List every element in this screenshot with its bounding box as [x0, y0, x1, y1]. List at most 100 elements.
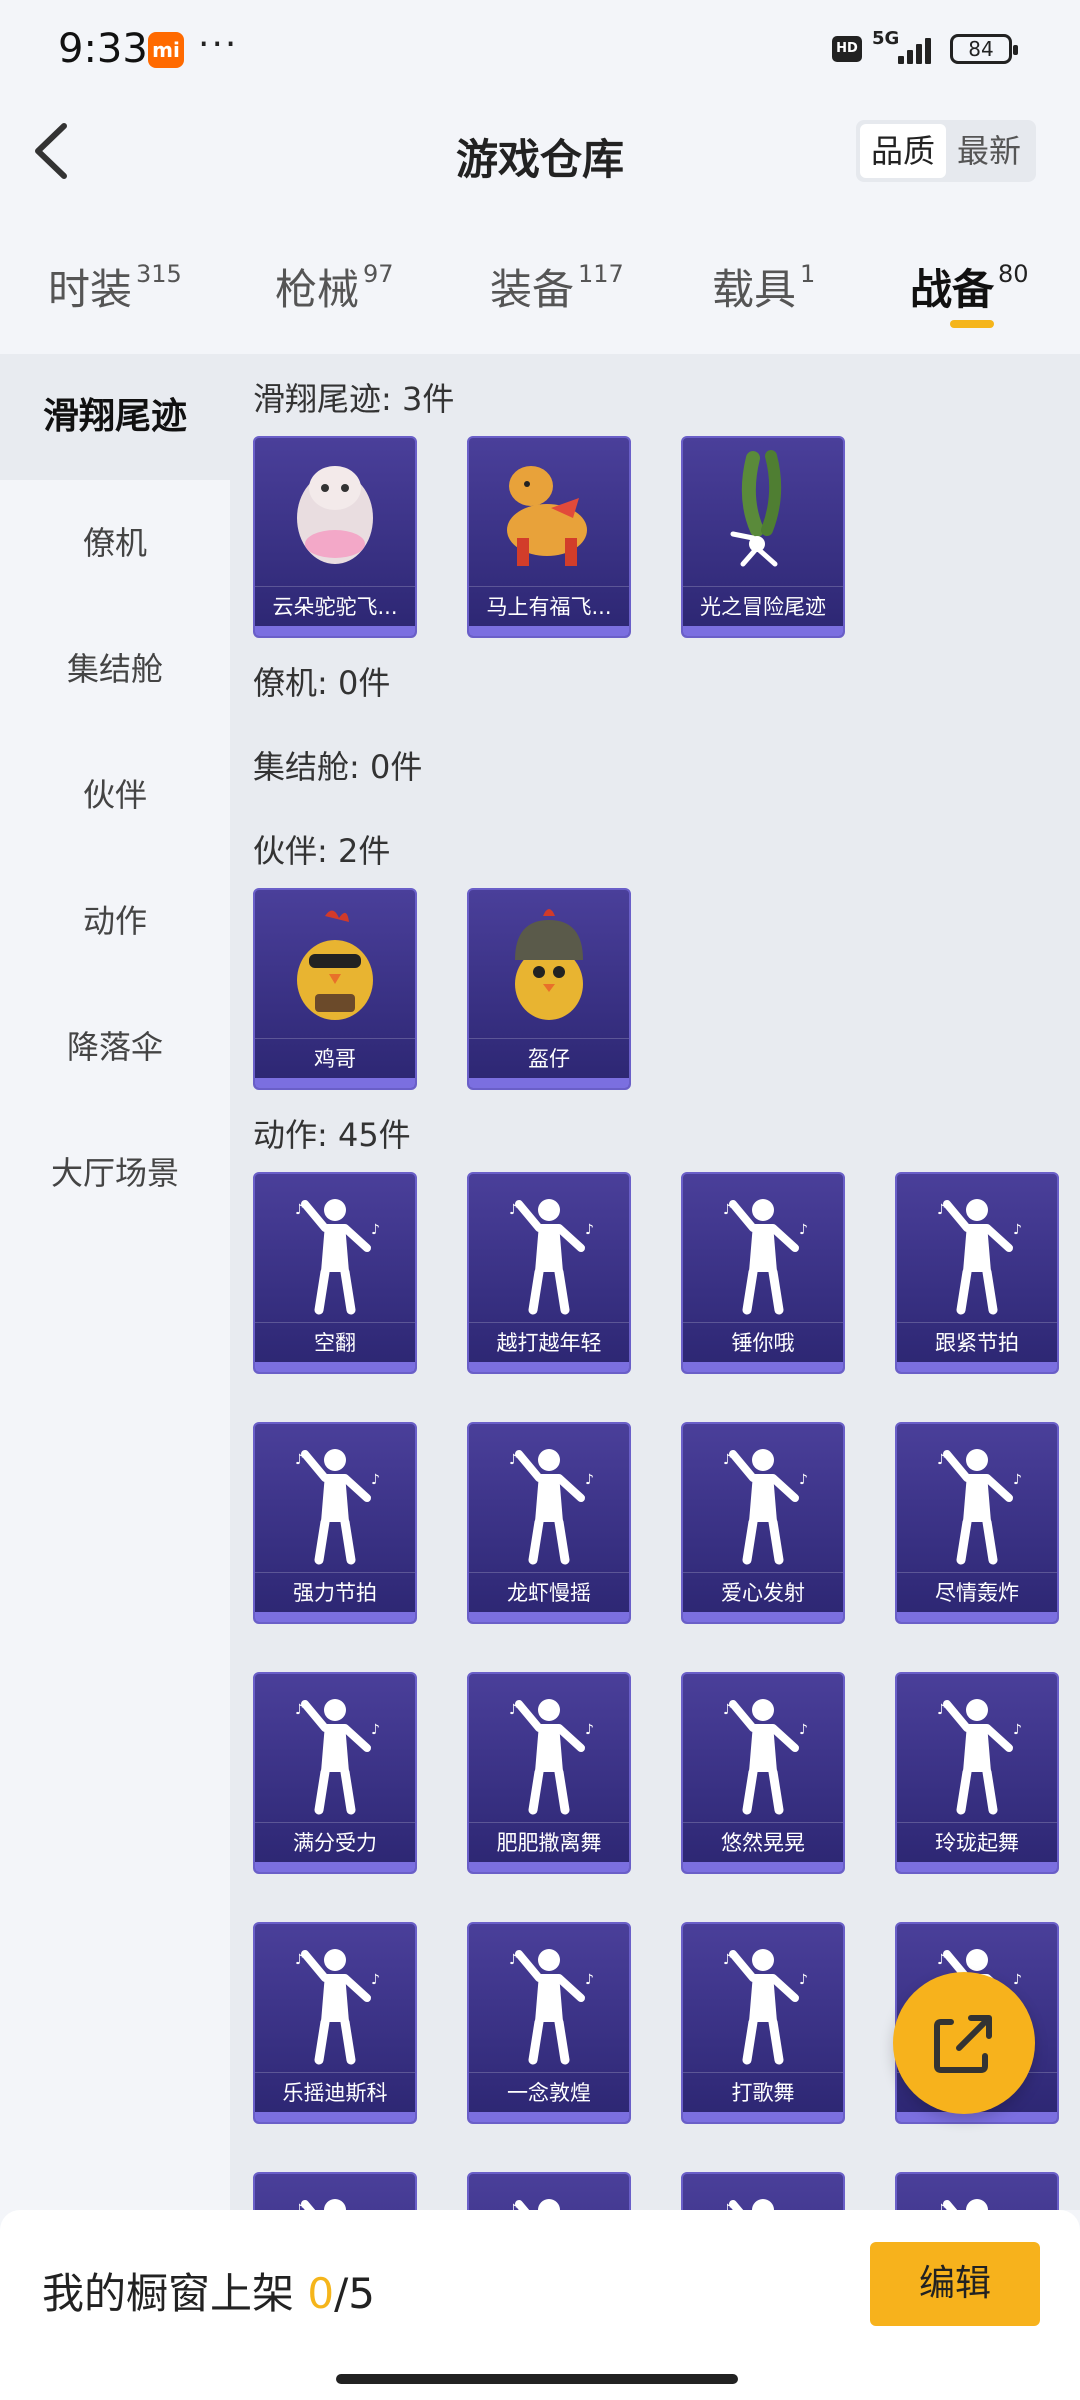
item-card[interactable]: 云朵驼驼飞... — [253, 436, 417, 638]
item-image — [255, 438, 415, 586]
svg-text:♪: ♪ — [371, 1222, 380, 1238]
svg-text:♪: ♪ — [295, 1452, 304, 1468]
shelf-total: /5 — [334, 2269, 375, 2318]
item-card[interactable]: ♪ ♪ 空翻 — [253, 1172, 417, 1374]
item-image: ♪♪ — [469, 1924, 629, 2072]
share-button[interactable] — [893, 1972, 1035, 2114]
bottom-bar: 我的橱窗上架 0/5 编辑 — [0, 2210, 1080, 2400]
item-name: 空翻 — [255, 1322, 415, 1362]
sidebar-item-emote[interactable]: 动作 — [0, 858, 230, 984]
item-name: 一念敦煌 — [469, 2072, 629, 2112]
tab-supplies[interactable]: 战备 80 — [910, 256, 1029, 317]
item-card[interactable]: 马上有福飞... — [467, 436, 631, 638]
sidebar-item-glide-trail[interactable]: 滑翔尾迹 — [0, 354, 230, 480]
svg-text:♪: ♪ — [723, 2202, 732, 2210]
item-card[interactable]: ♪ ♪ 锤你哦 — [681, 1172, 845, 1374]
sidebar-item-companion[interactable]: 伙伴 — [0, 732, 230, 858]
item-image: ♪♪ — [255, 1174, 415, 1322]
svg-text:♪: ♪ — [509, 1702, 518, 1718]
item-image: ♪♪ — [469, 2174, 629, 2210]
svg-text:♪: ♪ — [937, 1952, 946, 1968]
item-card[interactable]: 盔仔 — [467, 888, 631, 1090]
svg-text:♪: ♪ — [509, 1952, 518, 1968]
item-image: ♪♪ — [255, 1674, 415, 1822]
item-image: ♪♪ — [255, 2174, 415, 2210]
item-image: ♪♪ — [255, 1424, 415, 1572]
item-card[interactable]: ♪ ♪ 越打越年轻 — [467, 1172, 631, 1374]
status-time: 9:33 — [58, 26, 148, 72]
svg-text:♪: ♪ — [509, 1202, 518, 1218]
back-button[interactable] — [22, 118, 82, 184]
sidebar-item-wingman[interactable]: 僚机 — [0, 480, 230, 606]
sidebar-item-pod[interactable]: 集结舱 — [0, 606, 230, 732]
signal-icon — [898, 34, 938, 64]
svg-text:♪: ♪ — [799, 1972, 808, 1988]
item-name: 玲珑起舞 — [897, 1822, 1057, 1862]
item-card[interactable]: ♪♪ — [895, 2172, 1059, 2210]
tab-fashion[interactable]: 时装 315 — [48, 256, 182, 317]
item-image: ♪♪ — [897, 1424, 1057, 1572]
item-card[interactable]: ♪ ♪ 玲珑起舞 — [895, 1672, 1059, 1874]
item-card[interactable]: ♪ ♪ 强力节拍 — [253, 1422, 417, 1624]
sort-latest-option[interactable]: 最新 — [946, 124, 1032, 178]
tab-vehicles[interactable]: 载具 1 — [712, 256, 815, 317]
item-name: 盔仔 — [469, 1038, 629, 1078]
item-name: 云朵驼驼飞... — [255, 586, 415, 626]
item-image: ♪♪ — [255, 1924, 415, 2072]
svg-text:♪: ♪ — [295, 1702, 304, 1718]
sidebar-item-lobby-scene[interactable]: 大厅场景 — [0, 1110, 230, 1236]
tab-label: 时装 — [48, 265, 133, 314]
shelf-status: 我的橱窗上架 0/5 — [42, 2260, 375, 2321]
item-name: 龙虾慢摇 — [469, 1572, 629, 1612]
item-card[interactable]: ♪♪ — [253, 2172, 417, 2210]
svg-text:♪: ♪ — [799, 1472, 808, 1488]
item-card[interactable]: 光之冒险尾迹 — [681, 436, 845, 638]
item-card[interactable]: ♪ ♪ 满分受力 — [253, 1672, 417, 1874]
shelf-label: 我的橱窗上架 — [42, 2269, 295, 2318]
item-name: 尽情轰炸 — [897, 1572, 1057, 1612]
item-image: ♪♪ — [683, 1174, 843, 1322]
item-card[interactable]: ♪♪ — [467, 2172, 631, 2210]
item-name: 肥肥撒离舞 — [469, 1822, 629, 1862]
item-grid-panel: 滑翔尾迹: 3件 云朵驼驼飞... 马上有福飞... 光之冒险尾迹 僚机: 0件… — [230, 354, 1080, 2210]
svg-text:♪: ♪ — [1013, 1222, 1022, 1238]
item-name: 打歌舞 — [683, 2072, 843, 2112]
item-card[interactable]: ♪♪ — [681, 2172, 845, 2210]
tab-equipment[interactable]: 装备 117 — [490, 256, 624, 317]
item-card[interactable]: ♪ ♪ 爱心发射 — [681, 1422, 845, 1624]
edit-button[interactable]: 编辑 — [870, 2242, 1040, 2326]
item-image: ♪♪ — [469, 1674, 629, 1822]
item-image — [469, 438, 629, 586]
item-card[interactable]: ♪ ♪ 悠然晃晃 — [681, 1672, 845, 1874]
item-name: 鸡哥 — [255, 1038, 415, 1078]
item-image — [255, 890, 415, 1038]
item-card[interactable]: 鸡哥 — [253, 888, 417, 1090]
home-indicator[interactable] — [336, 2374, 738, 2384]
svg-text:♪: ♪ — [937, 1702, 946, 1718]
item-card[interactable]: ♪ ♪ 跟紧节拍 — [895, 1172, 1059, 1374]
sidebar-item-parachute[interactable]: 降落伞 — [0, 984, 230, 1110]
item-name: 马上有福飞... — [469, 586, 629, 626]
tab-label: 装备 — [490, 265, 575, 314]
section-title-pod: 集结舱: 0件 — [253, 748, 423, 786]
item-card[interactable]: ♪ ♪ 乐摇迪斯科 — [253, 1922, 417, 2124]
item-card[interactable]: ♪ ♪ 一念敦煌 — [467, 1922, 631, 2124]
item-image — [469, 890, 629, 1038]
item-card[interactable]: ♪ ♪ 肥肥撒离舞 — [467, 1672, 631, 1874]
tab-count: 97 — [363, 260, 394, 288]
item-card[interactable]: ♪ ♪ 龙虾慢摇 — [467, 1422, 631, 1624]
network-type: 5G — [872, 28, 900, 49]
shelf-current-count: 0 — [307, 2269, 335, 2318]
section-title-emote: 动作: 45件 — [253, 1116, 411, 1154]
sort-quality-option[interactable]: 品质 — [860, 124, 946, 178]
tab-guns[interactable]: 枪械 97 — [275, 256, 394, 317]
share-external-icon — [934, 2015, 992, 2073]
svg-text:♪: ♪ — [937, 1202, 946, 1218]
category-tabs: 时装 315 枪械 97 装备 117 载具 1 战备 80 — [0, 206, 1080, 354]
svg-text:♪: ♪ — [295, 2202, 304, 2210]
item-card[interactable]: ♪ ♪ 尽情轰炸 — [895, 1422, 1059, 1624]
tab-label: 枪械 — [275, 265, 360, 314]
svg-text:♪: ♪ — [371, 1972, 380, 1988]
item-card[interactable]: ♪ ♪ 打歌舞 — [681, 1922, 845, 2124]
sidebar: 滑翔尾迹 僚机 集结舱 伙伴 动作 降落伞 大厅场景 — [0, 354, 230, 2210]
